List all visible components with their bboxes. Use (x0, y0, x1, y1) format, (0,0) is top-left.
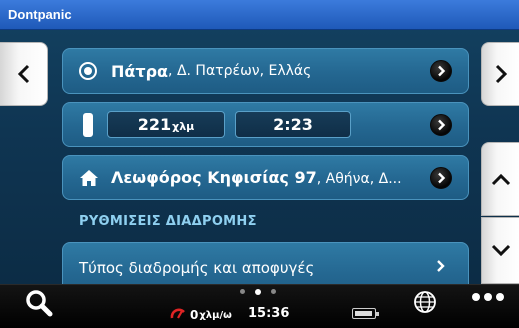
scroll-up-button[interactable] (481, 142, 519, 216)
route-type-label: Τύπος διαδρομής και αποφυγές (79, 259, 315, 277)
home-icon (80, 169, 98, 186)
distance-display: 221 χλμ (107, 111, 225, 138)
chevron-right-icon (438, 119, 446, 130)
destination-details-button[interactable] (430, 166, 452, 189)
page-dot (271, 289, 276, 294)
more-dot (496, 293, 504, 301)
chevron-up-icon (491, 173, 510, 186)
route-bar-icon (83, 112, 93, 137)
back-button[interactable] (0, 42, 48, 106)
more-dot (472, 293, 480, 301)
bottom-bar: 0 χλμ/ω 15:36 (0, 284, 519, 328)
page-dot (240, 289, 245, 294)
location-target-icon (79, 62, 97, 80)
speed-display: 0 χλμ/ω (170, 307, 232, 323)
speed-gauge-icon (170, 307, 186, 323)
origin-details-button[interactable] (430, 60, 452, 82)
scroll-down-button[interactable] (481, 217, 519, 284)
speed-value: 0 (190, 308, 199, 322)
speed-unit: χλμ/ω (199, 309, 232, 321)
page-indicator (240, 289, 276, 295)
destination-text: Λεωφόρος Κηφισίας 97, Αθήνα, Δ... (111, 168, 402, 187)
search-icon[interactable] (24, 288, 54, 318)
destination-detail: , Αθήνα, Δ... (316, 171, 402, 187)
main-screen: Πάτρα , Δ. Πατρέων, Ελλάς 221 χλμ 2:23 Λ… (0, 30, 519, 284)
route-summary-card[interactable]: 221 χλμ 2:23 (62, 102, 469, 147)
route-settings-heading: ΡΥΘΜΙΣΕΙΣ ΔΙΑΔΡΟΜΗΣ (79, 214, 257, 229)
duration-display: 2:23 (235, 111, 351, 138)
distance-unit: χλμ (172, 120, 195, 133)
clock: 15:36 (248, 306, 290, 321)
summary-details-button[interactable] (430, 113, 452, 136)
chevron-right-icon (438, 65, 446, 77)
battery-icon (352, 308, 379, 319)
origin-city: Πάτρα (111, 61, 169, 81)
chevron-right-icon (438, 172, 446, 183)
origin-card[interactable]: Πάτρα , Δ. Πατρέων, Ελλάς (62, 48, 469, 94)
window-title: Dontpanic (0, 0, 519, 30)
globe-icon[interactable] (413, 290, 437, 314)
destination-card[interactable]: Λεωφόρος Κηφισίας 97, Αθήνα, Δ... (62, 155, 469, 200)
more-menu-button[interactable] (472, 293, 504, 301)
forward-button[interactable] (481, 42, 519, 106)
distance-value: 221 (137, 115, 172, 134)
chevron-right-icon (495, 64, 507, 84)
origin-detail: , Δ. Πατρέων, Ελλάς (168, 63, 312, 79)
chevron-down-icon (491, 244, 510, 256)
destination-street: Λεωφόρος Κηφισίας 97 (111, 168, 317, 187)
page-dot-active (255, 289, 261, 295)
route-type-card[interactable]: Τύπος διαδρομής και αποφυγές (62, 242, 469, 284)
chevron-right-icon (437, 260, 445, 272)
more-dot (484, 293, 492, 301)
chevron-left-icon (17, 64, 29, 84)
